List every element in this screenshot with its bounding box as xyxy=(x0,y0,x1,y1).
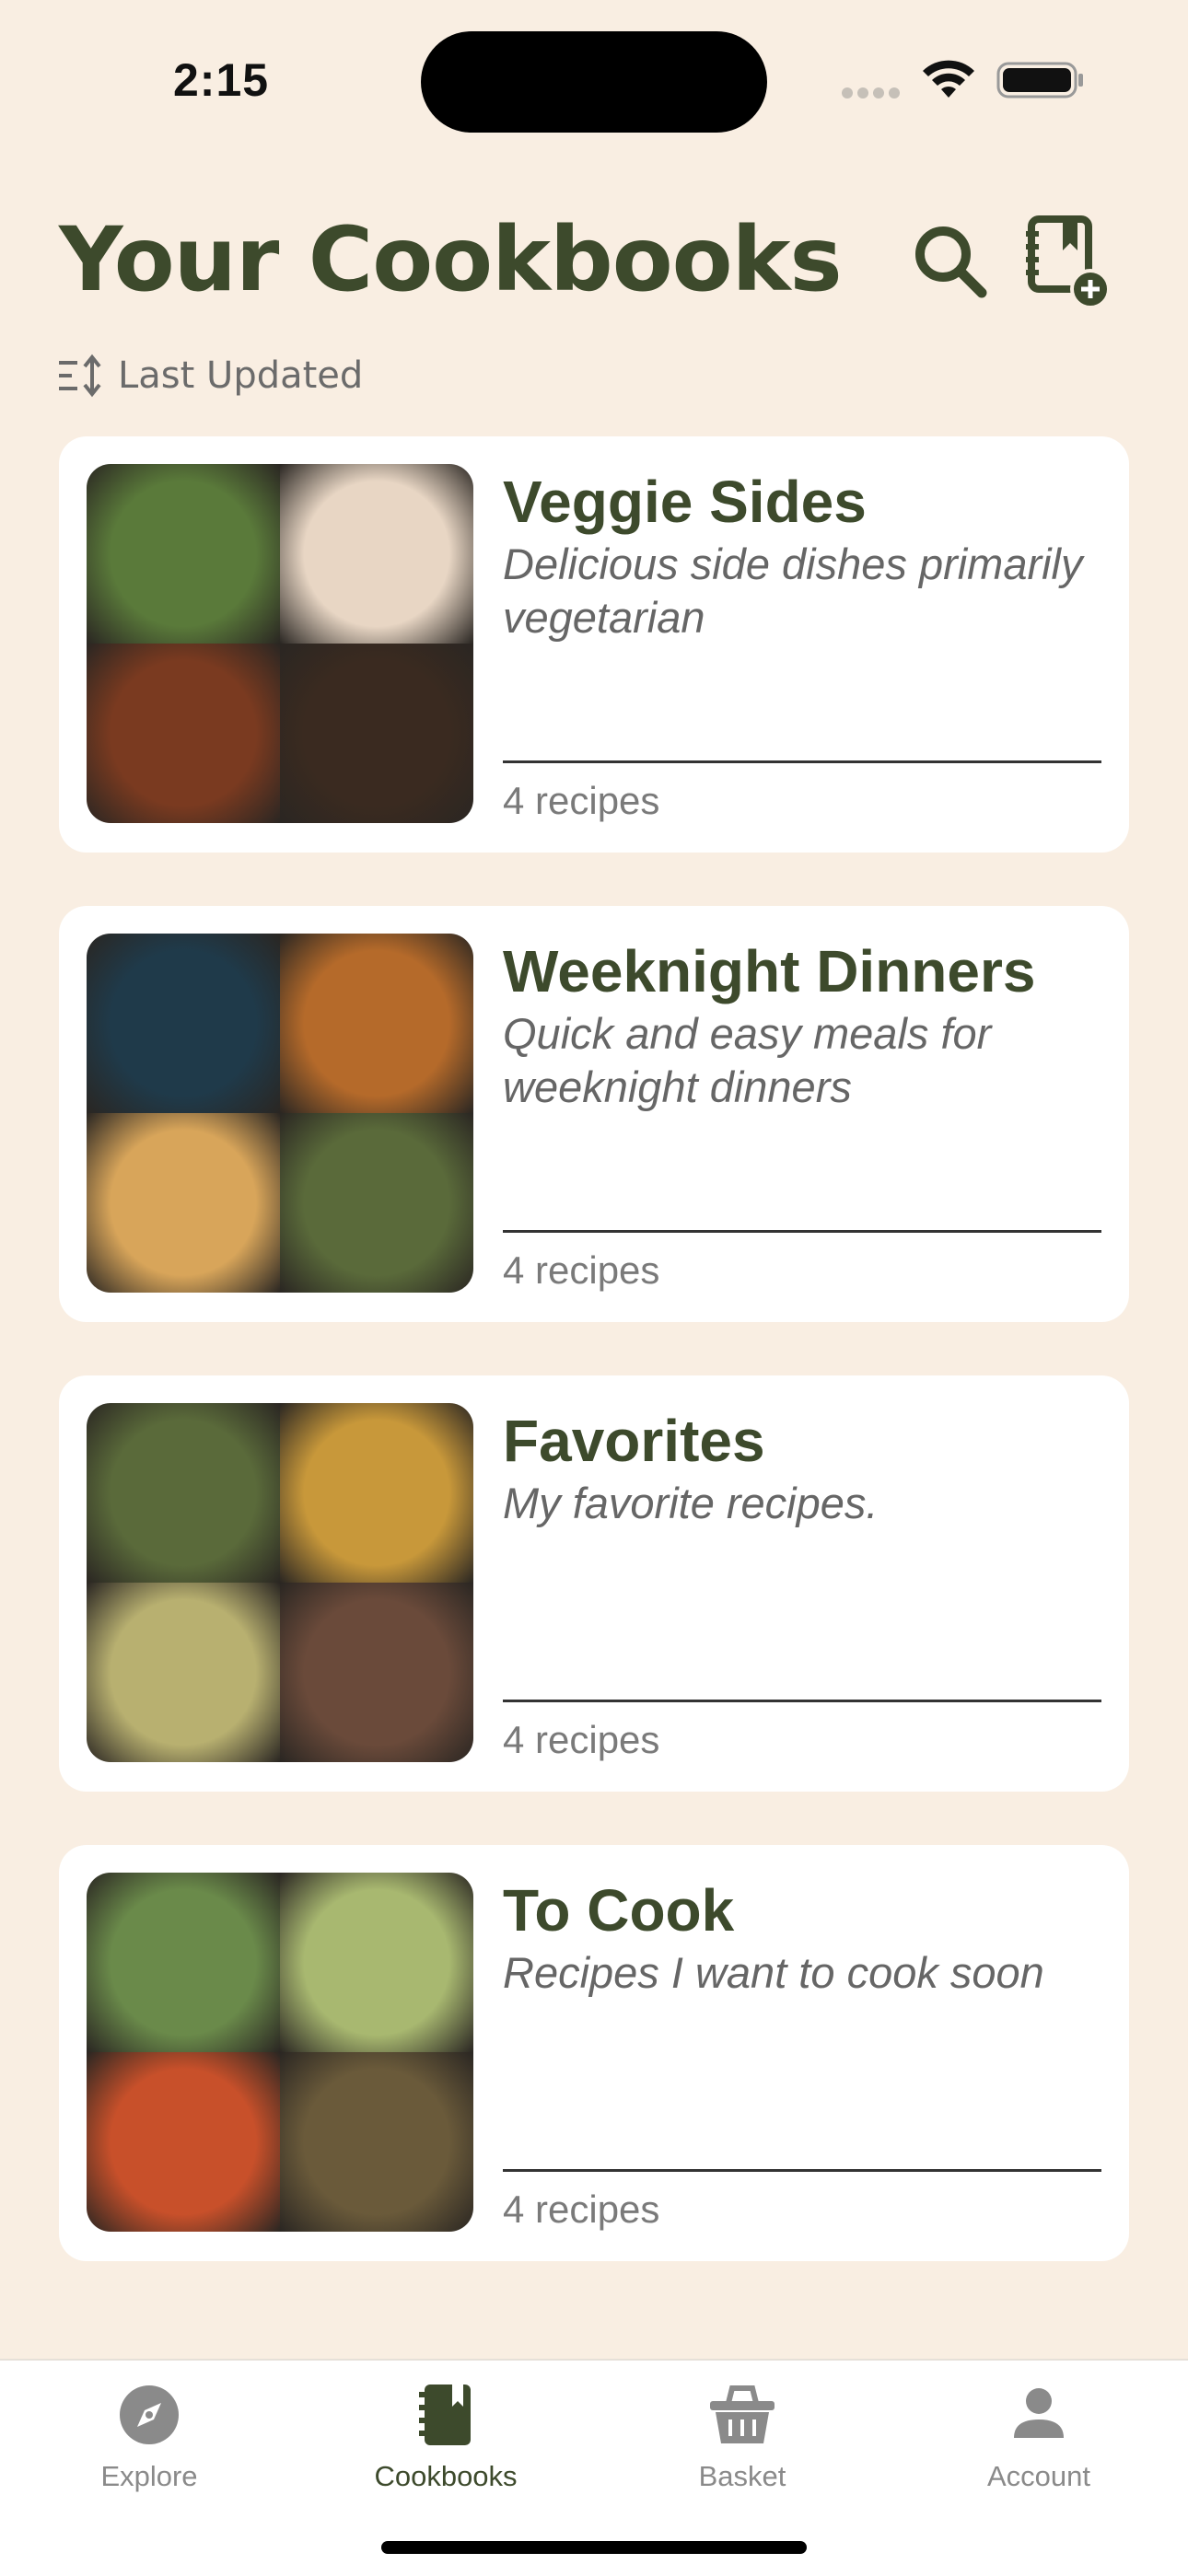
recipe-photo xyxy=(280,2052,473,2232)
battery-icon xyxy=(996,62,1083,99)
recipe-photo xyxy=(280,644,473,823)
cookbook-card-to-cook[interactable]: To Cook Recipes I want to cook soon 4 re… xyxy=(59,1845,1129,2261)
cookbook-description: Recipes I want to cook soon xyxy=(503,1948,1044,1997)
compass-icon xyxy=(120,2385,179,2444)
home-indicator xyxy=(381,2541,807,2554)
tab-label: Account xyxy=(986,2460,1090,2492)
basket-icon xyxy=(710,2385,775,2443)
recipe-photo xyxy=(280,1113,473,1293)
recipe-photo xyxy=(87,464,280,644)
cookbook-cover-collage xyxy=(87,464,473,823)
sort-label: Last Updated xyxy=(118,354,364,397)
search-button[interactable] xyxy=(910,221,989,300)
cookbook-title: Veggie Sides xyxy=(503,469,867,535)
recipe-count: 4 recipes xyxy=(503,779,660,822)
recipe-photo xyxy=(280,464,473,644)
recipe-photo xyxy=(87,1113,280,1293)
recipe-photo xyxy=(87,2052,280,2232)
divider xyxy=(503,760,1101,763)
cookbook-description: Quick and easy meals for weeknight dinne… xyxy=(503,1009,992,1111)
recipe-photo xyxy=(280,1403,473,1583)
recipe-count: 4 recipes xyxy=(503,2187,660,2231)
recipe-photo xyxy=(280,934,473,1113)
divider xyxy=(503,1230,1101,1233)
tab-label: Basket xyxy=(698,2460,786,2492)
new-cookbook-button[interactable] xyxy=(1020,214,1112,311)
tab-explore[interactable]: Explore xyxy=(48,2379,250,2517)
person-icon xyxy=(1014,2388,1064,2438)
tab-account[interactable]: Account xyxy=(938,2379,1140,2517)
cookbook-cover-collage xyxy=(87,1873,473,2232)
cookbook-icon xyxy=(419,2385,471,2445)
page-title: Your Cookbooks xyxy=(59,208,843,311)
sort-icon xyxy=(59,354,101,398)
divider xyxy=(503,2169,1101,2172)
tab-label: Explore xyxy=(100,2460,198,2492)
recipe-photo xyxy=(87,1583,280,1762)
recipe-count: 4 recipes xyxy=(503,1248,660,1292)
cookbook-title: To Cook xyxy=(503,1877,735,1944)
tab-label: Cookbooks xyxy=(374,2460,518,2492)
cookbook-title: Weeknight Dinners xyxy=(503,938,1036,1004)
sort-button[interactable]: Last Updated xyxy=(57,350,363,401)
cookbook-cover-collage xyxy=(87,934,473,1293)
cookbook-cover-collage xyxy=(87,1403,473,1762)
recipe-photo xyxy=(87,934,280,1113)
cookbook-description: Delicious side dishes primarily vegetari… xyxy=(503,540,1083,642)
cookbook-description: My favorite recipes. xyxy=(503,1479,879,1527)
cellular-signal-icon xyxy=(842,87,906,99)
recipe-photo xyxy=(87,1403,280,1583)
tab-basket[interactable]: Basket xyxy=(641,2379,844,2517)
status-time: 2:15 xyxy=(173,54,270,106)
recipe-photo xyxy=(280,1873,473,2052)
cookbook-title: Favorites xyxy=(503,1408,765,1474)
wifi-icon xyxy=(923,60,974,98)
cookbook-card-favorites[interactable]: Favorites My favorite recipes. 4 recipes xyxy=(59,1375,1129,1792)
recipe-photo xyxy=(280,1583,473,1762)
recipe-photo xyxy=(87,1873,280,2052)
tab-cookbooks[interactable]: Cookbooks xyxy=(344,2379,547,2517)
recipe-photo xyxy=(87,644,280,823)
recipe-count: 4 recipes xyxy=(503,1718,660,1761)
dynamic-island xyxy=(421,31,767,133)
cookbook-card-weeknight-dinners[interactable]: Weeknight Dinners Quick and easy meals f… xyxy=(59,906,1129,1322)
divider xyxy=(503,1700,1101,1702)
cookbook-card-veggie-sides[interactable]: Veggie Sides Delicious side dishes prima… xyxy=(59,436,1129,853)
